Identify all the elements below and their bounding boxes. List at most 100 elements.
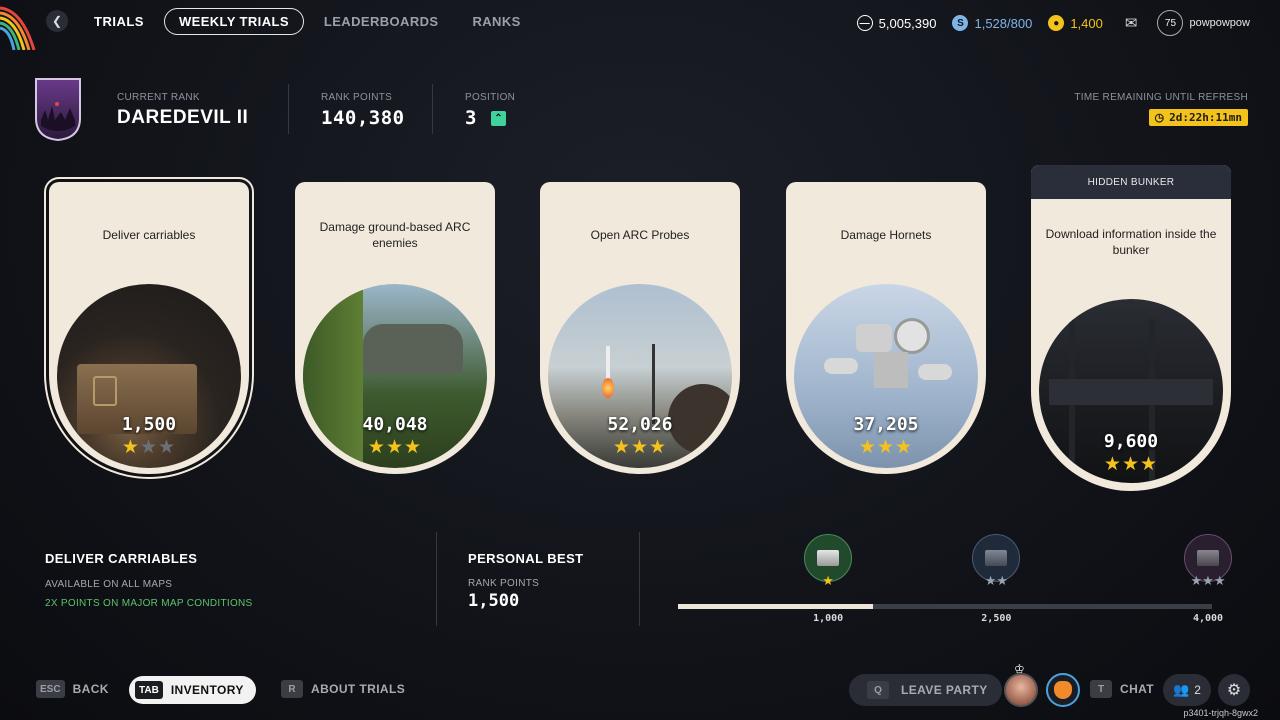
star-icon: ★ (996, 573, 1008, 588)
coin-icon: — (856, 15, 873, 31)
threshold-label: 2,500 (981, 613, 1012, 624)
personal-best-title: PERSONAL BEST (468, 551, 584, 566)
trial-card-open-arc-probes[interactable]: Open ARC Probes 52,026 ★★★ (540, 182, 740, 474)
star-rating: ★★★ (295, 436, 495, 459)
trial-score: 37,205 (853, 414, 919, 435)
tab-ranks[interactable]: RANKS (458, 9, 534, 34)
star-icon: ★ (895, 437, 914, 458)
back-arrow-button[interactable]: ❮ (46, 10, 68, 32)
trial-title: Open ARC Probes (590, 228, 690, 242)
rank-points-value: 140,380 (321, 107, 405, 129)
trial-title: Damage Hornets (840, 228, 932, 242)
threshold-label: 4,000 (1192, 613, 1224, 624)
trial-card-damage-hornets[interactable]: Damage Hornets 37,205 ★★★ (786, 182, 986, 474)
star-icon: ★ (984, 573, 997, 588)
refresh-timer: TIME REMAINING UNTIL REFRESH ◷ 2d:22h:11… (1074, 92, 1248, 126)
star-rating: ★★★ (540, 436, 740, 459)
progress-fill (678, 604, 873, 609)
trial-card-damage-ground-arc[interactable]: Damage ground-based ARC enemies 40,048 ★… (295, 182, 495, 474)
leave-party-button[interactable]: Q LEAVE PARTY (849, 674, 1002, 706)
leave-party-label: LEAVE PARTY (901, 683, 988, 697)
position-label: POSITION (465, 92, 516, 103)
current-rank: CURRENT RANK DAREDEVIL II (117, 92, 248, 129)
clock-icon: ◷ (1154, 112, 1165, 124)
trial-score: 9,600 (1103, 431, 1159, 452)
personal-best: PERSONAL BEST RANK POINTS 1,500 (468, 551, 583, 611)
inventory-label: INVENTORY (170, 683, 244, 697)
tab-key-hint: TAB (135, 681, 163, 699)
currency-bar: — 5,005,390 S 1,528/800 ● 1,400 ✉ 75 pow… (856, 10, 1250, 36)
tokens-balance: ● 1,400 (1048, 15, 1103, 31)
threshold-label: 1,000 (813, 613, 844, 624)
inventory-button[interactable]: TAB INVENTORY (129, 676, 256, 704)
username: powpowpow (1189, 17, 1250, 29)
settings-button[interactable]: ⚙ (1218, 674, 1250, 706)
credits-value: 1,528/800 (974, 15, 1033, 31)
rank-points-label: RANK POINTS (321, 92, 393, 103)
crate-icon (817, 550, 840, 566)
divider (432, 84, 433, 134)
player-avatar[interactable] (1046, 673, 1080, 707)
trial-details-title: DELIVER CARRIABLES (45, 551, 198, 566)
about-trials-action[interactable]: R ABOUT TRIALS (281, 680, 405, 698)
refresh-timer-value: 2d:22h:11mn (1169, 111, 1242, 124)
mail-icon[interactable]: ✉ (1125, 14, 1138, 32)
star-icon: ★ (121, 437, 140, 458)
trial-score: 52,026 (607, 414, 673, 435)
back-action[interactable]: ESC BACK (36, 680, 109, 698)
star-icon: ★ (612, 437, 631, 458)
back-label: BACK (72, 682, 109, 696)
refresh-timer-label: TIME REMAINING UNTIL REFRESH (1074, 92, 1248, 103)
user-profile[interactable]: 75 powpowpow (1157, 10, 1250, 36)
position-value: 3 (465, 107, 477, 129)
divider (639, 532, 640, 626)
trial-bonus: 2X POINTS ON MAJOR MAP CONDITIONS (45, 598, 253, 609)
rank-up-icon: ⌃ (490, 110, 506, 126)
star-icon: ★ (822, 573, 834, 588)
trial-card-deliver-carriables[interactable]: Deliver carriables 1,500 ★★★ (44, 177, 254, 479)
trial-availability: AVAILABLE ON ALL MAPS (45, 579, 173, 590)
tier-1-stars: ★ (822, 573, 834, 589)
party-members-button[interactable]: 👥 2 (1163, 674, 1211, 706)
tokens-value: 1,400 (1070, 15, 1103, 31)
chat-action[interactable]: T CHAT (1090, 680, 1154, 698)
party-member-avatar[interactable] (1004, 673, 1038, 707)
trial-title: Download information inside the bunker (1045, 227, 1217, 257)
coins-value: 5,005,390 (878, 15, 937, 31)
star-icon: ★ (139, 437, 159, 458)
trial-details: DELIVER CARRIABLES AVAILABLE ON ALL MAPS… (45, 551, 253, 609)
star-icon: ★ (876, 437, 896, 458)
star-rating: ★★★ (1031, 453, 1231, 476)
party-count: 2 (1194, 683, 1201, 697)
star-icon: ★ (1213, 573, 1226, 588)
about-trials-label: ABOUT TRIALS (311, 682, 406, 696)
tab-leaderboards[interactable]: LEADERBOARDS (310, 9, 453, 34)
tokens-icon: ● (1048, 15, 1065, 31)
tab-weekly-trials[interactable]: WEEKLY TRIALS (163, 8, 304, 35)
session-id: p3401-trjqh-8gwx2 (1183, 708, 1258, 718)
crate-icon (985, 550, 1008, 566)
star-icon: ★ (1121, 454, 1141, 475)
tiger-icon (1054, 681, 1072, 699)
refresh-timer-badge: ◷ 2d:22h:11mn (1148, 109, 1248, 126)
star-icon: ★ (1140, 454, 1159, 475)
star-icon: ★ (1103, 454, 1122, 475)
top-nav: TRIALS WEEKLY TRIALS LEADERBOARDS RANKS (94, 8, 541, 35)
page-title: TRIALS (94, 14, 144, 29)
trial-card-hidden-bunker[interactable]: HIDDEN BUNKER Download information insid… (1031, 165, 1231, 491)
q-key-hint: Q (867, 681, 889, 699)
crown-icon: ♔ (1014, 662, 1025, 676)
current-rank-value: DAREDEVIL II (117, 107, 249, 128)
credits-balance: S 1,528/800 (952, 15, 1032, 31)
hidden-bunker-header: HIDDEN BUNKER (1031, 165, 1231, 199)
current-rank-label: CURRENT RANK (117, 92, 200, 103)
star-rating: ★★★ (49, 436, 249, 459)
gear-icon: ⚙ (1226, 682, 1242, 699)
star-icon: ★ (649, 437, 668, 458)
tier-3-stars: ★★★ (1191, 573, 1226, 589)
level-badge: 75 (1157, 10, 1184, 36)
star-icon: ★ (1202, 573, 1214, 588)
esc-key-hint: ESC (36, 680, 65, 698)
divider (288, 84, 289, 134)
people-icon: 👥 (1173, 682, 1190, 697)
